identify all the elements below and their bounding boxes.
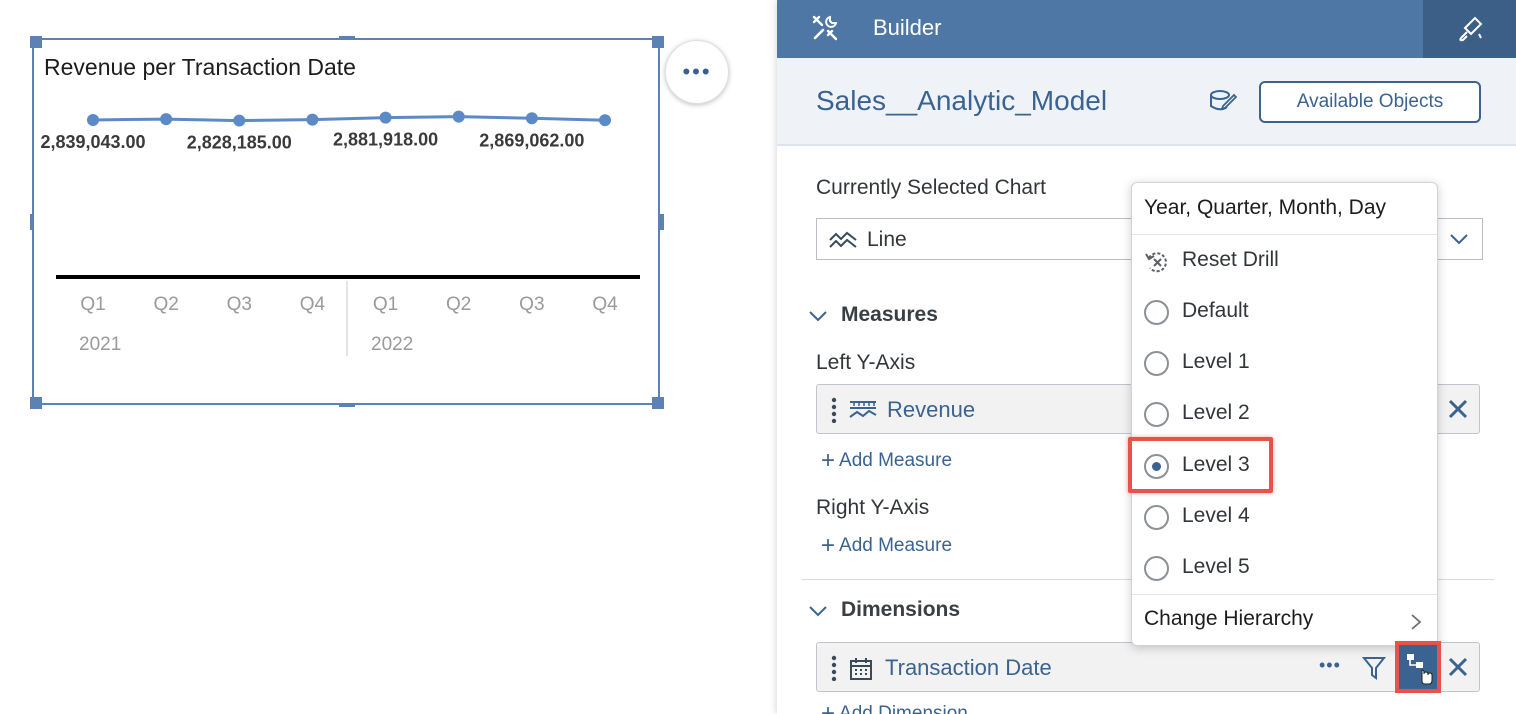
add-measure-label: Add Measure [839, 450, 953, 471]
styling-tab[interactable] [1423, 0, 1516, 58]
available-objects-button[interactable]: Available Objects [1259, 81, 1481, 123]
drag-grip-icon[interactable] [831, 655, 837, 681]
chart-widget[interactable]: Revenue per Transaction Date 2,839,043.0… [30, 36, 664, 409]
add-measure-label: Add Measure [839, 535, 953, 556]
dimensions-heading[interactable]: Dimensions [841, 598, 960, 622]
radio-button[interactable] [1144, 402, 1169, 427]
data-point [379, 111, 392, 124]
left-y-axis-label: Left Y-Axis [816, 351, 916, 374]
level-default-item[interactable]: Default [1132, 287, 1437, 337]
level-5-item[interactable]: Level 5 [1132, 543, 1437, 593]
x-tick-label: Q4 [300, 294, 326, 315]
add-measure-right-link[interactable]: + Add Measure [821, 532, 952, 560]
data-point [306, 113, 319, 126]
plus-icon: + [821, 700, 836, 714]
calendar-icon [850, 658, 872, 680]
change-hierarchy-label: Change Hierarchy [1144, 607, 1314, 630]
level-2-item[interactable]: Level 2 [1132, 389, 1437, 439]
radio-button[interactable] [1144, 300, 1169, 325]
right-y-axis-label: Right Y-Axis [816, 496, 930, 519]
drill-level-menu: Year, Quarter, Month, Day Reset Drill De… [1131, 182, 1438, 646]
edit-model-icon[interactable] [1209, 88, 1237, 114]
measures-heading[interactable]: Measures [841, 303, 938, 327]
add-measure-left-link[interactable]: + Add Measure [821, 447, 952, 475]
reset-drill-label: Reset Drill [1182, 248, 1279, 271]
model-bar: Sales__Analytic_Model Available Objects [777, 58, 1516, 146]
line-chart-icon [829, 231, 857, 248]
chart-type-value: Line [867, 228, 907, 251]
x-tick-label: Q1 [80, 294, 105, 315]
x-tick-label: Q2 [153, 294, 178, 315]
transaction-date-token[interactable]: Transaction Date ••• [816, 642, 1480, 692]
currently-selected-chart-label: Currently Selected Chart [816, 176, 1046, 199]
paintbrush-icon [1459, 16, 1483, 42]
x-tick-label: Q4 [592, 294, 618, 315]
menu-divider [1132, 234, 1437, 235]
level-label: Level 1 [1182, 350, 1250, 373]
chevron-down-icon[interactable] [808, 604, 828, 618]
token-more-icon[interactable]: ••• [1319, 655, 1341, 676]
filter-icon[interactable] [1362, 655, 1386, 681]
level-label: Level 4 [1182, 504, 1250, 527]
builder-header: Builder [777, 0, 1516, 58]
model-name: Sales__Analytic_Model [816, 85, 1108, 116]
close-icon[interactable] [1447, 656, 1469, 678]
hierarchy-title: Year, Quarter, Month, Day [1144, 196, 1387, 219]
x-tick-label: Q1 [373, 294, 398, 315]
data-label: 2,828,185.00 [187, 133, 292, 153]
drill-hierarchy-button[interactable] [1395, 641, 1441, 693]
level-label: Default [1182, 299, 1249, 322]
x-tick-label: Q2 [446, 294, 471, 315]
tools-icon[interactable] [810, 13, 840, 43]
data-point [233, 114, 246, 127]
data-point [525, 112, 538, 125]
chevron-down-icon[interactable] [808, 309, 828, 323]
x-tick-label: Q3 [227, 294, 252, 315]
data-label: 2,881,918.00 [333, 130, 438, 150]
data-point [87, 113, 99, 126]
level-1-item[interactable]: Level 1 [1132, 338, 1437, 388]
level-4-item[interactable]: Level 4 [1132, 492, 1437, 542]
change-hierarchy-item[interactable]: Change Hierarchy [1132, 595, 1437, 645]
radio-button[interactable] [1144, 556, 1169, 581]
transaction-date-label: Transaction Date [885, 655, 1052, 680]
data-point [452, 110, 465, 123]
widget-more-button[interactable]: ••• [665, 40, 729, 104]
line-chart: 2,839,043.00 2,828,185.00 2,881,918.00 2,86… [40, 110, 640, 356]
measure-icon [849, 401, 877, 418]
reset-drill-icon [1145, 252, 1167, 273]
data-point [160, 113, 173, 126]
level-label: Level 5 [1182, 555, 1250, 578]
selection-highlight [1128, 437, 1273, 493]
add-dimension-label: Add Dimension [839, 703, 968, 714]
hierarchy-icon [1407, 654, 1433, 685]
data-label: 2,869,062.00 [479, 130, 584, 150]
drag-grip-icon[interactable] [831, 397, 837, 423]
level-label: Level 2 [1182, 401, 1250, 424]
radio-button[interactable] [1144, 351, 1169, 376]
x-year-label: 2021 [79, 334, 121, 355]
close-icon[interactable] [1447, 398, 1469, 420]
add-dimension-link[interactable]: + Add Dimension [821, 700, 968, 714]
reset-drill-item[interactable]: Reset Drill [1132, 236, 1437, 286]
data-point [599, 114, 611, 127]
x-tick-label: Q3 [519, 294, 544, 315]
revenue-token-label: Revenue [887, 397, 976, 422]
x-year-label: 2022 [371, 334, 413, 355]
builder-title: Builder [873, 15, 942, 40]
data-label: 2,839,043.00 [40, 132, 145, 152]
chevron-down-icon [1450, 234, 1468, 245]
plus-icon: + [821, 532, 836, 559]
plus-icon: + [821, 447, 836, 474]
radio-button[interactable] [1144, 505, 1169, 530]
chevron-right-icon [1411, 614, 1422, 630]
